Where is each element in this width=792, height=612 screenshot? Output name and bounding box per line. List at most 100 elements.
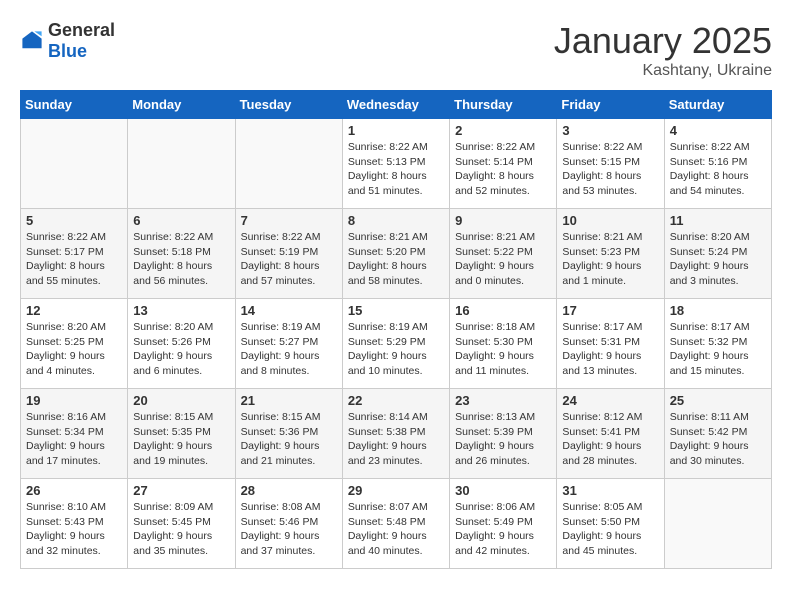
calendar-cell: 22 Sunrise: 8:14 AM Sunset: 5:38 PM Dayli… xyxy=(342,389,449,479)
day-number: 12 xyxy=(26,303,122,318)
day-info: Sunrise: 8:12 AM Sunset: 5:41 PM Dayligh… xyxy=(562,410,658,469)
day-number: 3 xyxy=(562,123,658,138)
day-number: 4 xyxy=(670,123,766,138)
weekday-header-wednesday: Wednesday xyxy=(342,91,449,119)
calendar-cell: 2 Sunrise: 8:22 AM Sunset: 5:14 PM Daylig… xyxy=(450,119,557,209)
calendar-cell: 21 Sunrise: 8:15 AM Sunset: 5:36 PM Dayli… xyxy=(235,389,342,479)
day-info: Sunrise: 8:19 AM Sunset: 5:27 PM Dayligh… xyxy=(241,320,337,379)
calendar-cell: 23 Sunrise: 8:13 AM Sunset: 5:39 PM Dayli… xyxy=(450,389,557,479)
day-number: 10 xyxy=(562,213,658,228)
weekday-header-friday: Friday xyxy=(557,91,664,119)
day-number: 14 xyxy=(241,303,337,318)
day-number: 5 xyxy=(26,213,122,228)
calendar-cell: 4 Sunrise: 8:22 AM Sunset: 5:16 PM Daylig… xyxy=(664,119,771,209)
location-title: Kashtany, Ukraine xyxy=(554,62,772,80)
calendar-cell: 6Sunrise: 8:22 AM Sunset: 5:18 PM Daylig… xyxy=(128,209,235,299)
day-info: Sunrise: 8:18 AM Sunset: 5:30 PM Dayligh… xyxy=(455,320,551,379)
calendar-cell: 16 Sunrise: 8:18 AM Sunset: 5:30 PM Dayli… xyxy=(450,299,557,389)
logo-general: General xyxy=(48,20,115,40)
day-number: 23 xyxy=(455,393,551,408)
day-info: Sunrise: 8:11 AM Sunset: 5:42 PM Dayligh… xyxy=(670,410,766,469)
calendar-cell: 3Sunrise: 8:22 AM Sunset: 5:15 PM Daylig… xyxy=(557,119,664,209)
title-area: January 2025 Kashtany, Ukraine xyxy=(554,20,772,80)
calendar-cell: 29Sunrise: 8:07 AM Sunset: 5:48 PM Dayli… xyxy=(342,479,449,569)
calendar-cell: 7 Sunrise: 8:22 AM Sunset: 5:19 PM Daylig… xyxy=(235,209,342,299)
calendar-cell: 12 Sunrise: 8:20 AM Sunset: 5:25 PM Dayli… xyxy=(21,299,128,389)
day-info: Sunrise: 8:22 AM Sunset: 5:14 PM Dayligh… xyxy=(455,140,551,199)
day-number: 18 xyxy=(670,303,766,318)
day-info: Sunrise: 8:08 AM Sunset: 5:46 PM Dayligh… xyxy=(241,500,337,559)
calendar-cell: 20Sunrise: 8:15 AM Sunset: 5:35 PM Dayli… xyxy=(128,389,235,479)
calendar-cell: 31 Sunrise: 8:05 AM Sunset: 5:50 PM Dayli… xyxy=(557,479,664,569)
calendar-cell: 8 Sunrise: 8:21 AM Sunset: 5:20 PM Daylig… xyxy=(342,209,449,299)
day-number: 28 xyxy=(241,483,337,498)
calendar-cell: 30Sunrise: 8:06 AM Sunset: 5:49 PM Dayli… xyxy=(450,479,557,569)
day-info: Sunrise: 8:10 AM Sunset: 5:43 PM Dayligh… xyxy=(26,500,122,559)
weekday-header-monday: Monday xyxy=(128,91,235,119)
day-info: Sunrise: 8:07 AM Sunset: 5:48 PM Dayligh… xyxy=(348,500,444,559)
calendar-cell: 19Sunrise: 8:16 AM Sunset: 5:34 PM Dayli… xyxy=(21,389,128,479)
calendar-cell xyxy=(128,119,235,209)
weekday-header-tuesday: Tuesday xyxy=(235,91,342,119)
calendar-cell: 9 Sunrise: 8:21 AM Sunset: 5:22 PM Daylig… xyxy=(450,209,557,299)
calendar-cell: 11 Sunrise: 8:20 AM Sunset: 5:24 PM Dayli… xyxy=(664,209,771,299)
day-number: 21 xyxy=(241,393,337,408)
day-number: 19 xyxy=(26,393,122,408)
calendar-cell: 13 Sunrise: 8:20 AM Sunset: 5:26 PM Dayli… xyxy=(128,299,235,389)
day-info: Sunrise: 8:20 AM Sunset: 5:25 PM Dayligh… xyxy=(26,320,122,379)
calendar-cell: 5Sunrise: 8:22 AM Sunset: 5:17 PM Daylig… xyxy=(21,209,128,299)
day-info: Sunrise: 8:21 AM Sunset: 5:22 PM Dayligh… xyxy=(455,230,551,289)
day-info: Sunrise: 8:06 AM Sunset: 5:49 PM Dayligh… xyxy=(455,500,551,559)
calendar-cell xyxy=(21,119,128,209)
day-number: 15 xyxy=(348,303,444,318)
week-row-4: 19Sunrise: 8:16 AM Sunset: 5:34 PM Dayli… xyxy=(21,389,772,479)
day-number: 26 xyxy=(26,483,122,498)
day-info: Sunrise: 8:14 AM Sunset: 5:38 PM Dayligh… xyxy=(348,410,444,469)
day-number: 22 xyxy=(348,393,444,408)
calendar-cell: 1 Sunrise: 8:22 AM Sunset: 5:13 PM Daylig… xyxy=(342,119,449,209)
day-number: 7 xyxy=(241,213,337,228)
day-info: Sunrise: 8:22 AM Sunset: 5:16 PM Dayligh… xyxy=(670,140,766,199)
month-title: January 2025 xyxy=(554,20,772,62)
weekday-header-sunday: Sunday xyxy=(21,91,128,119)
weekday-header-thursday: Thursday xyxy=(450,91,557,119)
logo: General Blue xyxy=(20,20,115,62)
day-number: 27 xyxy=(133,483,229,498)
day-info: Sunrise: 8:17 AM Sunset: 5:31 PM Dayligh… xyxy=(562,320,658,379)
logo-blue: Blue xyxy=(48,41,87,61)
day-info: Sunrise: 8:20 AM Sunset: 5:26 PM Dayligh… xyxy=(133,320,229,379)
day-info: Sunrise: 8:20 AM Sunset: 5:24 PM Dayligh… xyxy=(670,230,766,289)
week-row-2: 5Sunrise: 8:22 AM Sunset: 5:17 PM Daylig… xyxy=(21,209,772,299)
day-info: Sunrise: 8:13 AM Sunset: 5:39 PM Dayligh… xyxy=(455,410,551,469)
calendar-cell: 10Sunrise: 8:21 AM Sunset: 5:23 PM Dayli… xyxy=(557,209,664,299)
calendar-cell: 27 Sunrise: 8:09 AM Sunset: 5:45 PM Dayli… xyxy=(128,479,235,569)
day-info: Sunrise: 8:21 AM Sunset: 5:20 PM Dayligh… xyxy=(348,230,444,289)
calendar-cell xyxy=(664,479,771,569)
day-number: 9 xyxy=(455,213,551,228)
day-info: Sunrise: 8:15 AM Sunset: 5:36 PM Dayligh… xyxy=(241,410,337,469)
calendar-cell: 25Sunrise: 8:11 AM Sunset: 5:42 PM Dayli… xyxy=(664,389,771,479)
calendar-cell: 28 Sunrise: 8:08 AM Sunset: 5:46 PM Dayli… xyxy=(235,479,342,569)
day-number: 1 xyxy=(348,123,444,138)
day-info: Sunrise: 8:22 AM Sunset: 5:19 PM Dayligh… xyxy=(241,230,337,289)
day-number: 16 xyxy=(455,303,551,318)
day-number: 2 xyxy=(455,123,551,138)
day-number: 11 xyxy=(670,213,766,228)
day-info: Sunrise: 8:05 AM Sunset: 5:50 PM Dayligh… xyxy=(562,500,658,559)
week-row-3: 12 Sunrise: 8:20 AM Sunset: 5:25 PM Dayli… xyxy=(21,299,772,389)
day-number: 17 xyxy=(562,303,658,318)
day-number: 20 xyxy=(133,393,229,408)
day-info: Sunrise: 8:22 AM Sunset: 5:13 PM Dayligh… xyxy=(348,140,444,199)
day-info: Sunrise: 8:19 AM Sunset: 5:29 PM Dayligh… xyxy=(348,320,444,379)
day-number: 31 xyxy=(562,483,658,498)
day-info: Sunrise: 8:09 AM Sunset: 5:45 PM Dayligh… xyxy=(133,500,229,559)
calendar-header-row: SundayMondayTuesdayWednesdayThursdayFrid… xyxy=(21,91,772,119)
day-info: Sunrise: 8:17 AM Sunset: 5:32 PM Dayligh… xyxy=(670,320,766,379)
day-info: Sunrise: 8:22 AM Sunset: 5:18 PM Dayligh… xyxy=(133,230,229,289)
day-number: 13 xyxy=(133,303,229,318)
calendar-cell: 17 Sunrise: 8:17 AM Sunset: 5:31 PM Dayli… xyxy=(557,299,664,389)
weekday-header-saturday: Saturday xyxy=(664,91,771,119)
week-row-5: 26 Sunrise: 8:10 AM Sunset: 5:43 PM Dayli… xyxy=(21,479,772,569)
day-number: 8 xyxy=(348,213,444,228)
calendar-cell: 15 Sunrise: 8:19 AM Sunset: 5:29 PM Dayli… xyxy=(342,299,449,389)
